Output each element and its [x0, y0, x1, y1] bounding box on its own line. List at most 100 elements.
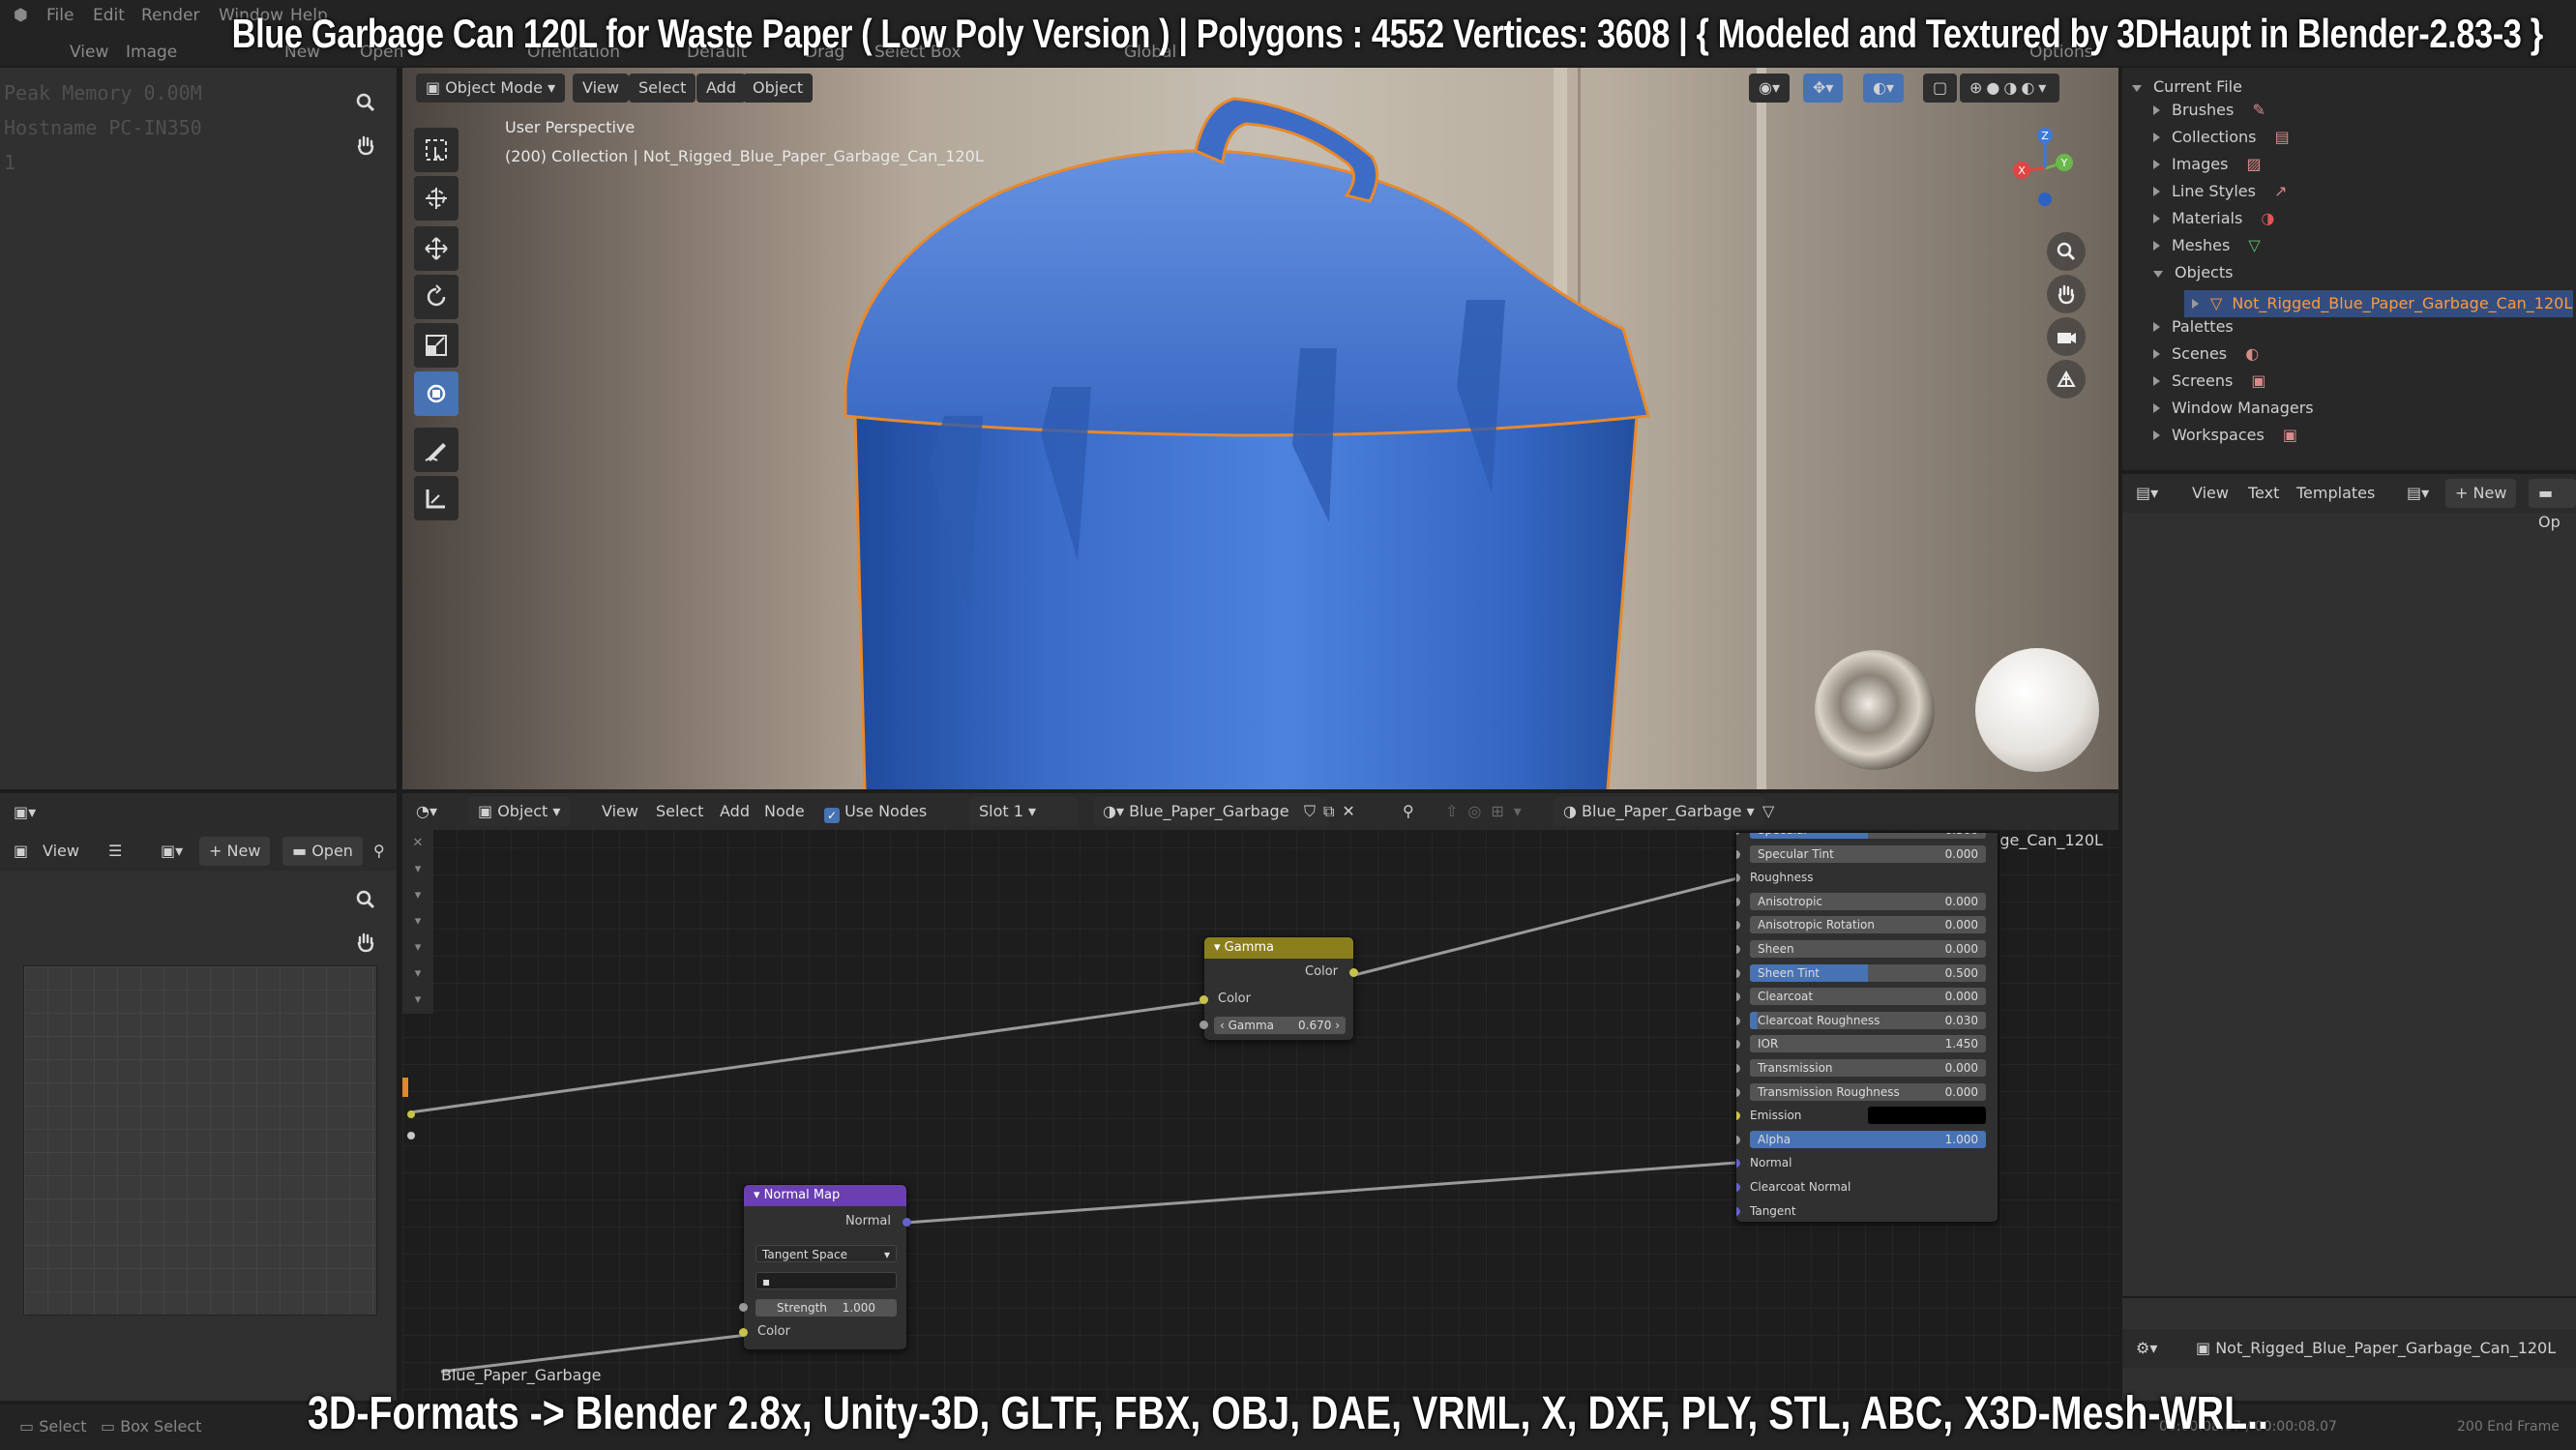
node-sidebar-tabs[interactable]: ✕ ▾ ▾ ▾ ▾ ▾ ▾ [402, 830, 433, 1014]
outliner-item-brushes[interactable]: Brushes ✎ [2153, 97, 2265, 124]
shading-mode-icons[interactable]: ⊕●◑◐▾ [1960, 74, 2060, 103]
emission-color-swatch[interactable] [1868, 1107, 1986, 1125]
cursor-tool-icon[interactable] [414, 176, 459, 221]
node-node-menu[interactable]: Node [764, 797, 805, 826]
pin-node-icon[interactable]: ⚲ [1403, 797, 1414, 826]
clearcoat-field[interactable]: Clearcoat 0.000 [1750, 988, 1986, 1006]
gizmo-toggle-icon[interactable]: ✥▾ [1803, 74, 1844, 103]
text-browse-icon[interactable]: ▤▾ [2407, 479, 2429, 508]
normal-socket[interactable] [1736, 1159, 1740, 1169]
uv-map-field[interactable]: ▪ [755, 1272, 897, 1289]
shader-type-dropdown[interactable]: ▣ Object ▾ [468, 797, 571, 826]
anisotropic-socket[interactable] [1736, 897, 1740, 906]
move-tool-icon[interactable] [414, 226, 459, 271]
text-open-button[interactable]: ▬ Op [2529, 479, 2576, 531]
transmission-roughness-socket[interactable] [1736, 1087, 1740, 1097]
alpha-field[interactable]: Alpha 1.000 [1750, 1130, 1986, 1148]
editor-type-icon[interactable]: ▣▾ [14, 798, 36, 827]
gamma-value-socket[interactable] [1199, 1021, 1208, 1029]
sheen-field[interactable]: Sheen 0.000 [1750, 940, 1986, 958]
anisotropic-field[interactable]: Anisotropic 0.000 [1750, 892, 1986, 910]
text-new-button[interactable]: + New [2445, 479, 2517, 508]
camera-view-icon[interactable] [2047, 317, 2086, 356]
node-editor-type-icon[interactable]: ◔▾ [416, 797, 437, 826]
text-view-menu[interactable]: View [2192, 479, 2229, 508]
zoom-icon[interactable] [346, 83, 385, 122]
sheen-tint-field[interactable]: Sheen Tint 0.500 [1750, 963, 1986, 982]
specular-socket[interactable] [1736, 833, 1740, 835]
left-view-menu[interactable]: View [70, 43, 108, 62]
outliner-item-workspaces[interactable]: Workspaces ▣ [2153, 422, 2297, 449]
viewport-object-menu[interactable]: Object [743, 74, 814, 103]
text-text-menu[interactable]: Text [2248, 479, 2279, 508]
uv-grid[interactable] [23, 965, 377, 1316]
pin-icon[interactable]: ⚲ [373, 837, 385, 866]
clearcoat-roughness-field[interactable]: Clearcoat Roughness 0.030 [1750, 1011, 1986, 1029]
image-type-icon[interactable]: ▣ [14, 837, 28, 866]
outliner-item-materials[interactable]: Materials ◑ [2153, 205, 2274, 232]
blender-logo-icon[interactable]: ⬢ [14, 6, 28, 25]
viewport-zoom-icon[interactable] [2047, 232, 2086, 271]
material-actions-icons[interactable]: ⛉⧉✕ [1304, 797, 1363, 826]
image-open-button[interactable]: ▬ Open [282, 837, 363, 866]
menu-render[interactable]: Render [141, 6, 200, 25]
3d-viewport[interactable]: ▣ Object Mode ▾ View Select Add Object ◉… [402, 68, 2118, 789]
normal-map-in-socket[interactable] [739, 1328, 748, 1337]
annotate-tool-icon[interactable] [414, 428, 459, 472]
properties-type-icon[interactable]: ⚙▾ [2136, 1334, 2157, 1363]
outliner-item-screens[interactable]: Screens ▣ [2153, 368, 2266, 395]
transmission-roughness-field[interactable]: Transmission Roughness 0.000 [1750, 1082, 1986, 1101]
emission-socket[interactable] [1736, 1111, 1740, 1121]
anisotropic-rotation-field[interactable]: Anisotropic Rotation 0.000 [1750, 916, 1986, 934]
outliner-item-window-managers[interactable]: Window Managers [2153, 395, 2314, 422]
outliner-item-meshes[interactable]: Meshes ▽ [2153, 232, 2261, 259]
ior-socket[interactable] [1736, 1040, 1740, 1050]
text-editor-type-icon[interactable]: ▤▾ [2136, 479, 2158, 508]
viewport-pan-icon[interactable] [2047, 275, 2086, 313]
anisotropic-rotation-socket[interactable] [1736, 921, 1740, 931]
transmission-field[interactable]: Transmission 0.000 [1750, 1059, 1986, 1077]
menu-file[interactable]: File [46, 6, 74, 25]
image-pan-hand-icon[interactable] [346, 923, 385, 962]
rotate-tool-icon[interactable] [414, 275, 459, 319]
normal-space-dropdown[interactable]: Tangent Space ▾ [755, 1245, 897, 1262]
strength-socket[interactable] [739, 1303, 748, 1312]
text-templates-menu[interactable]: Templates [2296, 479, 2375, 508]
visibility-icon[interactable]: ◉▾ [1749, 74, 1790, 103]
clearcoat-roughness-socket[interactable] [1736, 1016, 1740, 1025]
image-browse-icon[interactable]: ▣▾ [161, 837, 183, 866]
outliner-item-objects[interactable]: Objects [2153, 259, 2233, 286]
viewport-add-menu[interactable]: Add [696, 74, 746, 103]
ortho-grid-icon[interactable] [2047, 360, 2086, 399]
normal-map-out-socket[interactable] [903, 1218, 911, 1227]
properties-object-crumb[interactable]: ▣ Not_Rigged_Blue_Paper_Garbage_Can_120L [2196, 1334, 2556, 1363]
normal-map-node[interactable]: ▾ Normal Map Normal Tangent Space ▾ ▪ Str… [739, 1184, 911, 1350]
scale-tool-icon[interactable] [414, 323, 459, 368]
normal-map-header[interactable]: ▾ Normal Map [744, 1185, 906, 1206]
clearcoat-socket[interactable] [1736, 992, 1740, 1002]
outliner-item-collections[interactable]: Collections ▤ [2153, 124, 2290, 151]
transmission-socket[interactable] [1736, 1064, 1740, 1073]
object-mode-dropdown[interactable]: ▣ Object Mode ▾ [416, 74, 566, 103]
sheen-tint-socket[interactable] [1736, 968, 1740, 978]
axis-gizmo[interactable]: X Y Z [2000, 120, 2084, 211]
tangent-socket[interactable] [1736, 1206, 1740, 1216]
outliner-item-scenes[interactable]: Scenes ◐ [2153, 340, 2259, 368]
specular-tint-socket[interactable] [1736, 849, 1740, 859]
gamma-value-field[interactable]: ‹ Gamma 0.670 › [1214, 1017, 1346, 1034]
pan-hand-icon[interactable] [346, 126, 385, 164]
measure-tool-icon[interactable] [414, 476, 459, 520]
viewport-view-menu[interactable]: View [573, 74, 629, 103]
gamma-node-header[interactable]: ▾ Gamma [1204, 937, 1353, 959]
material-selector[interactable]: ◑▾ Blue_Paper_Garbage [1093, 797, 1327, 826]
ior-field[interactable]: IOR 1.450 [1750, 1035, 1986, 1053]
xray-icon[interactable]: ▢ [1923, 74, 1958, 103]
slot-dropdown[interactable]: Slot 1 ▾ [969, 797, 1078, 826]
snap-icons[interactable]: ⇧◎⊞▾ [1445, 797, 1531, 826]
node-view-menu[interactable]: View [602, 797, 638, 826]
image-zoom-icon[interactable] [346, 880, 385, 919]
outliner-item-palettes[interactable]: Palettes [2153, 313, 2234, 340]
overlay-toggle-icon[interactable]: ◐▾ [1863, 74, 1904, 103]
sheen-socket[interactable] [1736, 945, 1740, 954]
specular-field[interactable]: Specular 0.500 [1750, 833, 1986, 839]
